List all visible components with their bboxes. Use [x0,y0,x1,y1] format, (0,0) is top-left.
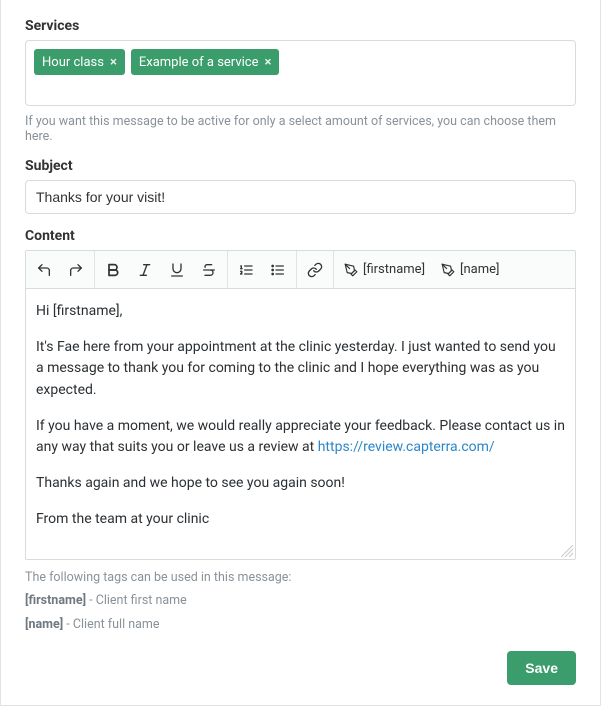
close-icon[interactable]: × [110,56,117,69]
ordered-list-button[interactable] [230,253,262,287]
undo-button[interactable] [28,253,60,287]
content-paragraph: It's Fae here from your appointment at t… [36,337,565,402]
insert-name-button[interactable]: [name] [433,253,507,287]
editor-content[interactable]: Hi [firstname], It's Fae here from your … [26,289,575,559]
strikethrough-button[interactable] [193,253,225,287]
tag-desc: - Client full name [63,617,159,632]
tag-key: [firstname] [25,593,86,608]
redo-button[interactable] [60,253,92,287]
subject-input[interactable] [25,180,576,214]
resize-icon [561,545,573,557]
bold-icon [105,262,121,278]
link-icon [307,262,323,278]
content-label: Content [25,228,576,244]
services-help-text: If you want this message to be active fo… [25,114,576,144]
link-button[interactable] [299,253,331,287]
unordered-list-icon [270,262,286,278]
form-footer: Save [25,651,576,685]
tag-desc: - Client first name [86,593,187,608]
rich-text-editor: [firstname] [name] Hi [firstname], It's … [25,250,576,560]
tags-help-row: [name] - Client full name [25,613,576,637]
insert-name-label: [name] [460,262,499,277]
unordered-list-button[interactable] [262,253,294,287]
strikethrough-icon [201,262,217,278]
content-paragraph: From the team at your clinic [36,509,565,531]
services-tag-input[interactable]: Hour class × Example of a service × [25,40,576,106]
undo-icon [36,262,52,278]
italic-button[interactable] [129,253,161,287]
redo-icon [68,262,84,278]
subject-label: Subject [25,158,576,174]
content-paragraph: Thanks again and we hope to see you agai… [36,473,565,495]
service-tag[interactable]: Example of a service × [131,49,280,75]
italic-icon [137,262,153,278]
tags-help-row: [firstname] - Client first name [25,589,576,613]
insert-firstname-button[interactable]: [firstname] [336,253,433,287]
message-form: Services Hour class × Example of a servi… [0,0,601,706]
editor-toolbar: [firstname] [name] [26,251,575,289]
content-paragraph: If you have a moment, we would really ap… [36,416,565,459]
close-icon[interactable]: × [264,56,271,69]
underline-button[interactable] [161,253,193,287]
bold-button[interactable] [97,253,129,287]
insert-firstname-label: [firstname] [363,262,425,277]
tag-key: [name] [25,617,63,632]
ordered-list-icon [238,262,254,278]
resize-handle[interactable] [561,545,573,557]
pen-icon [441,263,455,277]
tags-help: The following tags can be used in this m… [25,566,576,637]
content-paragraph: Hi [firstname], [36,301,565,323]
save-button[interactable]: Save [507,651,576,685]
service-tag-label: Hour class [42,55,104,70]
pen-icon [344,263,358,277]
services-label: Services [25,18,576,34]
service-tag-label: Example of a service [139,55,259,70]
underline-icon [169,262,185,278]
tags-help-intro: The following tags can be used in this m… [25,566,576,590]
service-tag[interactable]: Hour class × [34,49,125,75]
review-link[interactable]: https://review.capterra.com/ [318,439,495,455]
